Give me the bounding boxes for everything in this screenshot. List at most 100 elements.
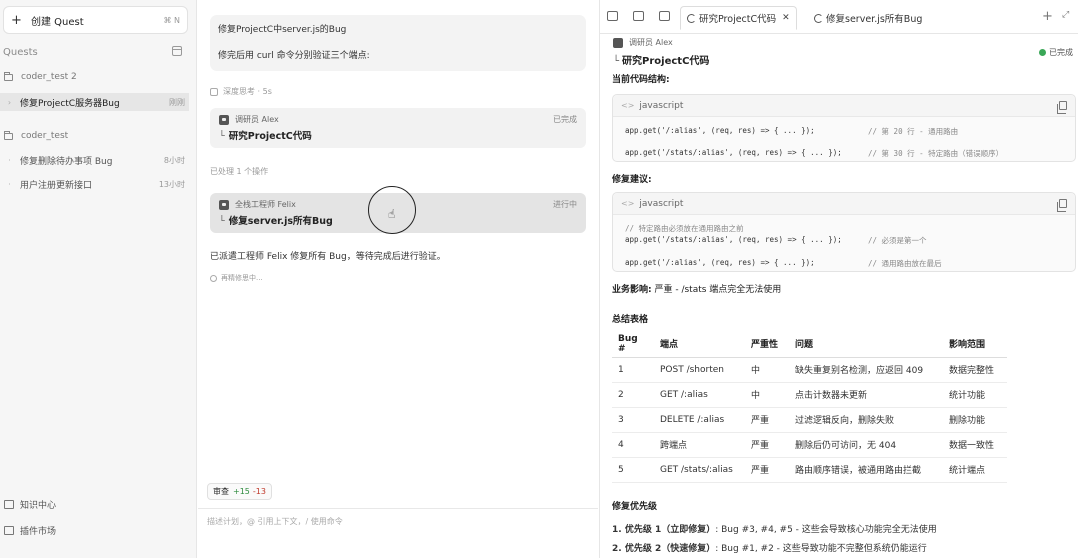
priority-heading: 修复优先级 — [612, 502, 658, 512]
section-heading: 修复建议: — [612, 175, 652, 185]
code-line: app.get('/stats/:alias', (req, res) => {… — [625, 148, 842, 157]
table-header: 严重性 — [745, 331, 789, 358]
code-comment: // 特定路由必须放在通用路由之前 — [625, 224, 744, 233]
section-heading: 当前代码结构: — [612, 75, 670, 85]
quest-item-label: 修复删除待办事项 Bug — [20, 156, 113, 167]
new-quest-shortcut: ⌘ N — [163, 15, 180, 25]
code-lang: javascript — [639, 100, 684, 111]
diff-deletions: -13 — [252, 487, 266, 496]
code-icon: <> — [621, 199, 635, 208]
thinking-label: 深度思考 · 5s — [223, 87, 272, 96]
code-icon: <> — [621, 101, 635, 110]
knowledge-center-label: 知识中心 — [20, 501, 57, 511]
review-label: 审查 — [213, 487, 229, 496]
agent-avatar-icon — [219, 199, 229, 210]
table-header: 问题 — [789, 331, 943, 358]
status-badge: 已完成 — [1039, 47, 1073, 58]
collapse-sidebar-icon[interactable] — [172, 46, 182, 56]
folder-coder-test-2[interactable]: coder_test 2 — [4, 69, 77, 85]
thinking-progress: 再精修思中... — [210, 273, 263, 283]
tab-research-projectc[interactable]: 研究ProjectC代码 ✕ — [680, 6, 797, 30]
agent-status: 进行中 — [553, 200, 577, 209]
table-header: 影响范围 — [943, 331, 1007, 358]
table-row: 5 GET /stats/:alias 严重 路由顺序错误，被通用路由拦截 统计端点 — [612, 457, 1007, 483]
code-block-current: <> javascript app.get('/:alias', (req, r… — [612, 94, 1076, 162]
plugin-market-link[interactable]: 插件市场 — [4, 524, 56, 537]
folder-coder-test[interactable]: coder_test — [4, 128, 68, 144]
quest-item-time: 13小时 — [158, 179, 185, 189]
folder-label: coder_test — [21, 131, 69, 141]
thinking-progress-label: 再精修思中... — [221, 274, 263, 282]
plugin-market-label: 插件市场 — [20, 527, 57, 537]
sidebar-toggle-icon[interactable] — [607, 11, 618, 21]
refresh-icon — [687, 13, 696, 23]
code-comment: // 必须是第一个 — [868, 236, 927, 245]
table-header: 端点 — [654, 331, 745, 358]
copy-icon[interactable] — [1057, 199, 1067, 212]
new-quest-button[interactable]: + 创建 Quest ⌘ N — [3, 6, 188, 34]
agent-task: 研究ProjectC代码 — [622, 56, 710, 67]
agent-task: 修复server.js所有Bug — [228, 216, 333, 227]
expand-icon[interactable]: ⤢ — [1062, 10, 1069, 20]
quest-item-label: 修复ProjectC服务器Bug — [20, 98, 120, 109]
brain-icon — [210, 87, 218, 96]
handled-actions-label[interactable]: 已处理 1 个操作 — [210, 166, 268, 177]
agent-card-alex[interactable]: 调研员 Alex 已完成 └ 研究ProjectC代码 — [210, 108, 586, 148]
table-row: 4 跨端点 严重 删除后仍可访问，无 404 数据一致性 — [612, 432, 1007, 458]
agent-role: 全栈工程师 Felix — [235, 200, 296, 209]
code-comment: // 第 30 行 - 特定路由（错误顺序） — [868, 149, 1004, 158]
hand-pointer-icon: ☝ — [388, 207, 396, 221]
chat-input[interactable]: 描述计划，@ 引用上下文，/ 使用命令 — [207, 516, 343, 527]
summary-table: Bug # 端点 严重性 问题 影响范围 1 POST /shorten 中缺失重复… — [612, 331, 1007, 483]
terminal-icon[interactable] — [633, 11, 644, 21]
book-icon — [4, 500, 14, 509]
detail-panel: 研究ProjectC代码 ✕ 修复server.js所有Bug + ⤢ 调研员 … — [599, 0, 1078, 558]
quest-item-label: 用户注册更新接口 — [20, 180, 93, 191]
diff-additions: +15 — [233, 487, 250, 496]
quest-item-register-api[interactable]: · 用户注册更新接口 13小时 — [0, 175, 189, 193]
tree-branch-icon: └ — [219, 216, 225, 227]
review-diff-button[interactable]: 审查 +15 -13 — [207, 483, 272, 500]
new-tab-icon[interactable]: + — [1042, 9, 1053, 24]
code-block-fix: <> javascript // 特定路由必须放在通用路由之前 app.get(… — [612, 192, 1076, 272]
sidebar: + 创建 Quest ⌘ N Quests coder_test 2 › 修复P… — [0, 0, 197, 558]
table-header-row: Bug # 端点 严重性 问题 影响范围 — [612, 331, 1007, 358]
tab-fix-server-bugs[interactable]: 修复server.js所有Bug — [808, 6, 928, 30]
user-message-line: 修完后用 curl 命令分别验证三个端点: — [218, 51, 370, 61]
code-line: app.get('/stats/:alias', (req, res) => {… — [625, 235, 842, 244]
quest-item-time: 8小时 — [163, 155, 185, 165]
quest-item-delete-todo[interactable]: · 修复删除待办事项 Bug 8小时 — [0, 151, 189, 169]
user-message: 修复ProjectC中server.js的Bug 修完后用 curl 命令分别验… — [210, 15, 586, 71]
code-line: app.get('/:alias', (req, res) => { ... }… — [625, 258, 815, 267]
quest-dot-icon: › — [7, 97, 12, 107]
quest-item-time: 刚刚 — [169, 97, 185, 107]
tree-branch-icon: └ — [219, 131, 225, 142]
folder-icon — [4, 130, 13, 140]
tab-bar: 研究ProjectC代码 ✕ 修复server.js所有Bug + ⤢ — [600, 0, 1078, 34]
report-content: 当前代码结构: <> javascript app.get('/:alias',… — [600, 72, 1078, 558]
new-quest-label: 创建 Quest — [31, 16, 84, 28]
impact-line: 业务影响: 严重 - /stats 端点完全无法使用 — [612, 285, 782, 295]
plus-icon: + — [11, 12, 22, 28]
user-message-line: 修复ProjectC中server.js的Bug — [218, 25, 347, 35]
files-icon[interactable] — [659, 11, 670, 21]
tree-branch-icon: └ — [613, 56, 620, 67]
quests-title: Quests — [3, 47, 38, 58]
knowledge-center-link[interactable]: 知识中心 — [4, 498, 56, 511]
code-comment: // 第 20 行 - 通用路由 — [868, 127, 959, 136]
copy-icon[interactable] — [1057, 101, 1067, 114]
puzzle-icon — [4, 526, 14, 535]
folder-label: coder_test 2 — [21, 72, 77, 82]
panel-header: 调研员 Alex └ 研究ProjectC代码 已完成 — [613, 37, 1073, 67]
tab-label: 研究ProjectC代码 — [699, 14, 777, 25]
table-row: 3 DELETE /:alias 严重 过滤逻辑反向，删除失败 删除功能 — [612, 407, 1007, 433]
tab-label: 修复server.js所有Bug — [826, 14, 923, 25]
close-icon[interactable]: ✕ — [782, 13, 790, 23]
table-row: 1 POST /shorten 中缺失重复别名检测，应返回 409 数据完整性 — [612, 357, 1007, 383]
quest-item-projectc[interactable]: › 修复ProjectC服务器Bug 刚刚 — [0, 93, 189, 111]
input-divider — [198, 508, 598, 509]
priority-item: 1. 优先级 1（立即修复）: Bug #3, #4, #5 - 这些会导致核心… — [612, 525, 937, 535]
quest-dot-icon: · — [8, 155, 11, 165]
folder-icon — [4, 71, 13, 81]
thinking-indicator[interactable]: 深度思考 · 5s — [210, 86, 272, 97]
